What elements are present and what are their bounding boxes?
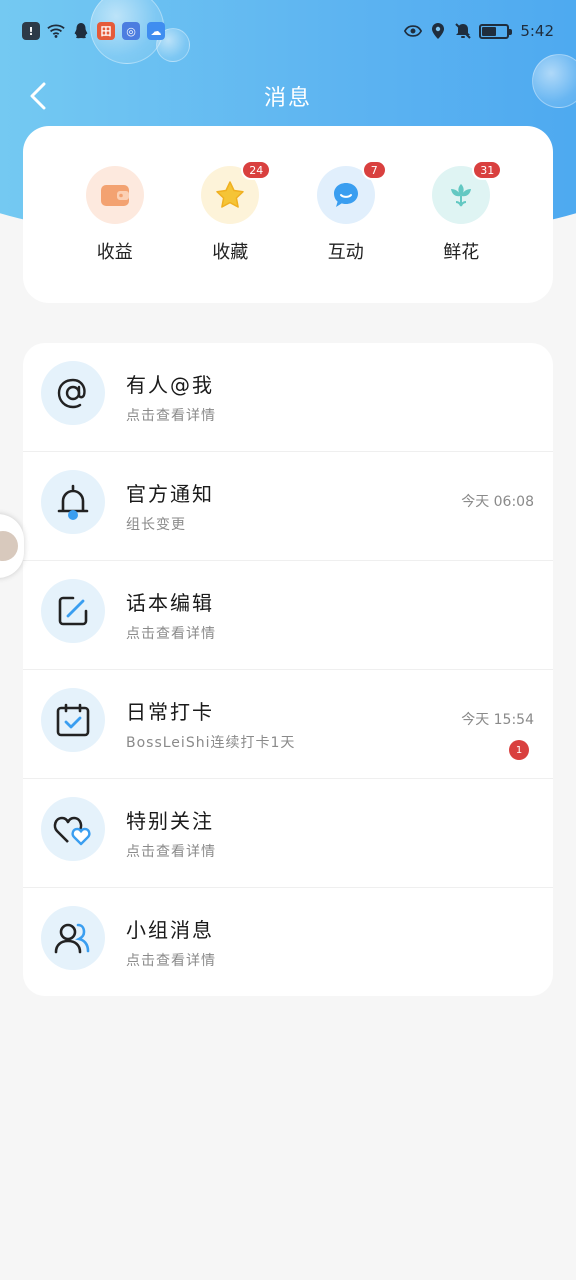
quick-entries: 收益 24 收藏 7 互动 31 鲜花: [23, 126, 553, 303]
message-title: 话本编辑: [126, 591, 214, 615]
row-icon-bg: [41, 470, 105, 534]
quick-item-interaction[interactable]: 7 互动: [306, 160, 387, 303]
quick-icon-bg: 24: [201, 160, 272, 224]
cloud-icon: ☁: [147, 22, 165, 40]
row-icon-bg: [41, 688, 105, 752]
message-title: 日常打卡: [126, 700, 214, 724]
quick-label: 收益: [96, 242, 133, 263]
message-item-group[interactable]: 小组消息 点击查看详情: [23, 888, 553, 996]
floating-assistant-button[interactable]: [0, 514, 24, 578]
mute-icon: [454, 22, 472, 40]
wifi-icon: [47, 22, 65, 40]
quick-label: 鲜花: [443, 242, 480, 263]
nav-bar: 消息: [0, 64, 576, 128]
status-bar: ! 田 ◎ ☁ 5:42: [0, 0, 576, 62]
row-icon-bg: [41, 906, 105, 970]
quick-icon-bg: 7: [316, 160, 387, 224]
message-subtitle: 点击查看详情: [126, 626, 216, 642]
message-title: 有人@我: [126, 373, 214, 397]
flower-icon: [451, 184, 472, 207]
hearts-icon: [53, 816, 91, 846]
qq-icon: [72, 22, 90, 40]
message-item-checkin[interactable]: 日常打卡 BossLeiShi连续打卡1天 今天 15:54 1: [23, 670, 553, 779]
app-icon-orange: 田: [97, 22, 115, 40]
quick-label: 互动: [327, 242, 364, 263]
quick-item-earnings[interactable]: 收益: [75, 166, 155, 303]
message-subtitle: 点击查看详情: [126, 408, 216, 424]
message-title: 特别关注: [126, 809, 214, 833]
message-subtitle: 点击查看详情: [126, 953, 216, 969]
badge-count: 24: [241, 160, 272, 180]
unread-badge: 1: [509, 740, 529, 760]
quick-item-favorites[interactable]: 24 收藏: [190, 160, 272, 303]
at-icon: [57, 378, 86, 409]
message-subtitle: 点击查看详情: [126, 844, 216, 860]
eye-icon: [404, 22, 423, 40]
quick-icon-bg: 31: [432, 160, 503, 224]
app-icon-blue: ◎: [122, 22, 140, 40]
battery-icon: [479, 23, 513, 39]
message-subtitle: BossLeiShi连续打卡1天: [126, 735, 296, 751]
message-item-script-edit[interactable]: 话本编辑 点击查看详情: [23, 561, 553, 670]
message-time: 今天 06:08: [461, 494, 534, 510]
message-item-mentions[interactable]: 有人@我 点击查看详情: [23, 343, 553, 452]
message-time: 今天 15:54: [461, 712, 534, 728]
calendar-check-icon: [56, 703, 90, 737]
assistant-avatar: [0, 531, 18, 561]
group-icon: [54, 923, 90, 954]
star-icon: [216, 181, 244, 208]
chat-bubble-icon: [333, 183, 358, 207]
quick-icon-bg: [85, 166, 144, 224]
row-icon-bg: [41, 579, 105, 643]
bell-icon: [57, 484, 89, 520]
message-item-official[interactable]: 官方通知 组长变更 今天 06:08: [23, 452, 553, 561]
alert-icon: !: [22, 22, 40, 40]
messages-screen: ! 田 ◎ ☁ 5:42 消息 收益 24 收藏 7 互动 31 鲜花 有人@我…: [0, 0, 576, 1280]
message-subtitle: 组长变更: [126, 517, 186, 533]
row-icon-bg: [41, 361, 105, 425]
message-item-special-follow[interactable]: 特别关注 点击查看详情: [23, 779, 553, 888]
quick-label: 收藏: [212, 242, 249, 263]
message-list: 有人@我 点击查看详情 官方通知 组长变更 今天 06:08 话本编辑 点击查看…: [23, 343, 553, 996]
message-title: 官方通知: [126, 482, 214, 506]
location-icon: [429, 22, 447, 40]
edit-icon: [58, 596, 88, 626]
row-icon-bg: [41, 797, 105, 861]
message-title: 小组消息: [126, 918, 214, 942]
badge-count: 7: [361, 160, 387, 180]
badge-count: 31: [472, 160, 503, 180]
page-title: 消息: [263, 86, 312, 111]
clock: 5:42: [520, 22, 554, 40]
wallet-icon: [100, 185, 129, 206]
quick-item-flowers[interactable]: 31 鲜花: [421, 160, 503, 303]
